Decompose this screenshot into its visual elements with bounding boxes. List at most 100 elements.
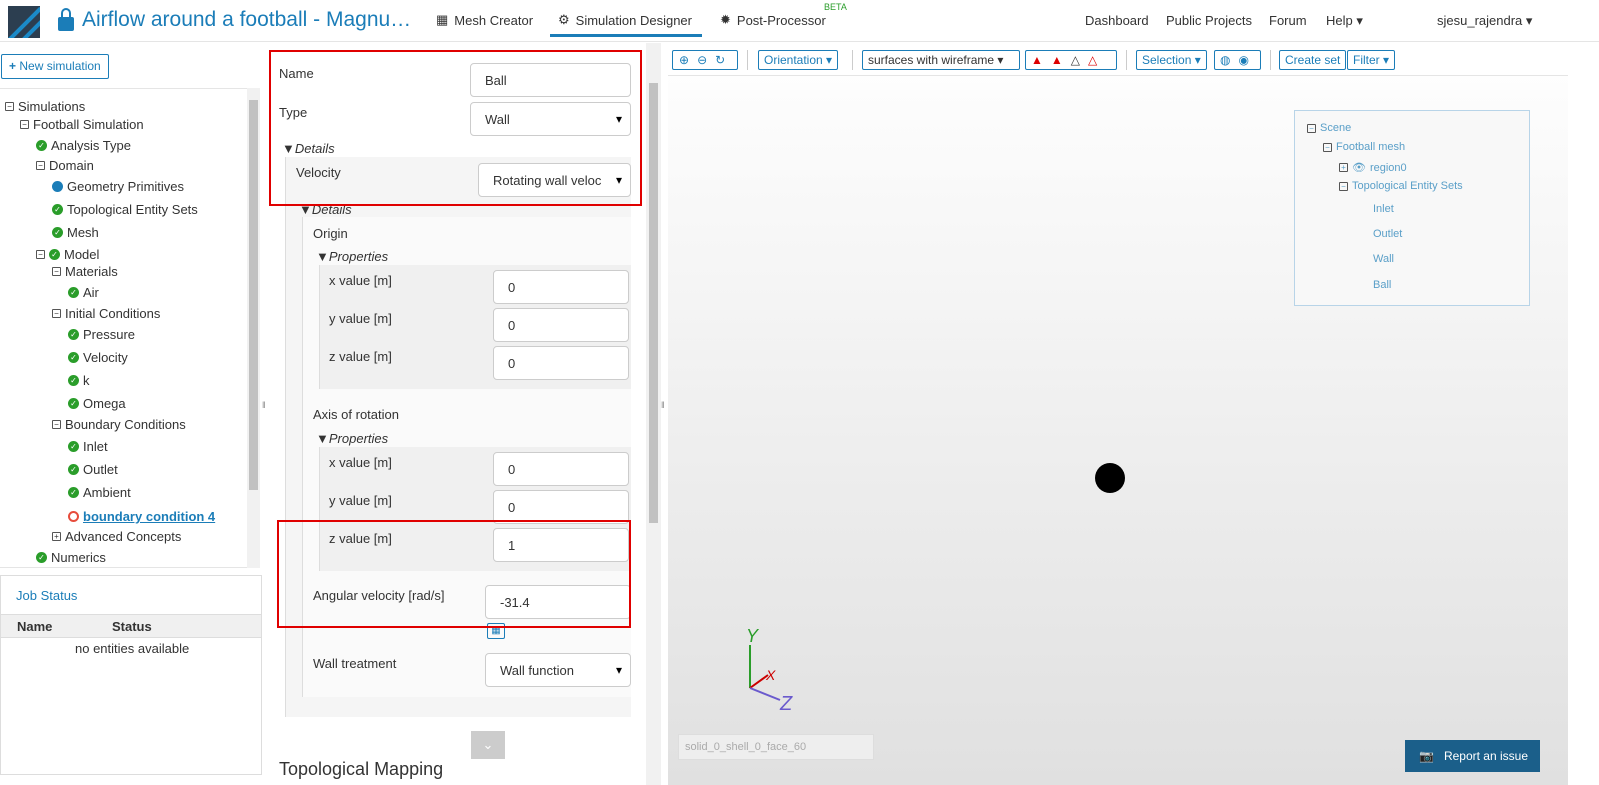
tree-item[interactable]: ✓ Air [68,285,99,300]
tree-item-label: Advanced Concepts [65,529,182,544]
scene-wall[interactable]: Wall [1373,253,1394,265]
tree-item[interactable]: − Simulations [5,99,85,114]
tree-item[interactable]: − Initial Conditions [52,306,160,321]
app-logo[interactable] [8,6,40,38]
origin-y-input[interactable]: 0 [493,308,629,342]
tree-item[interactable]: − Materials [52,264,118,279]
origin-x-input[interactable]: 0 [493,270,629,304]
nav-forum[interactable]: Forum [1269,13,1307,28]
wall-treatment-select[interactable]: Wall function [485,653,631,687]
report-label: Report an issue [1443,749,1528,763]
grid-icon: ▦ [436,12,449,27]
check-icon: ✓ [68,441,79,452]
tree-item[interactable]: − Domain [36,158,94,173]
tree-item[interactable]: ✓ Pressure [68,327,135,342]
panel-scrollbar[interactable] [646,43,661,785]
tree-item[interactable]: ✓ k [68,373,90,388]
scene-tree: − Scene − Football mesh + 👁 region0 − Topolog… [1294,110,1530,306]
tree-item[interactable]: ✓ Numerics [36,550,106,565]
axis-y-input[interactable]: 0 [493,490,629,524]
origin-z-value: 0 [508,355,516,371]
chevron-down-icon[interactable]: ⌄ [471,731,505,759]
job-status-title: Job Status [16,588,78,603]
scene-outlet[interactable]: Outlet [1373,228,1402,240]
refresh-icon[interactable]: ↻ [715,53,725,67]
wireframe-icon[interactable]: △ [1071,53,1080,67]
tree-item[interactable]: ✓ Omega [68,396,126,411]
football-model[interactable] [1095,463,1125,493]
expand-icon[interactable]: + [1339,163,1348,172]
nav-help[interactable]: Help ▾ [1326,13,1363,29]
scrollbar-thumb[interactable] [249,100,258,490]
info-dot-icon [52,181,63,192]
tree-item[interactable]: ✓ Velocity [68,350,128,365]
orientation-dropdown[interactable]: Orientation ▾ [758,50,839,70]
highlight-box [269,50,642,206]
tree-item[interactable]: ✓ Mesh [52,225,99,240]
topo-sets-node[interactable]: − Topological Entity Sets [1339,180,1463,192]
nav-simulation-designer[interactable]: ⚙ Simulation Designer [550,12,702,37]
filter-dropdown[interactable]: Filter ▾ [1347,50,1396,70]
check-icon: ✓ [49,249,60,260]
divider [1270,50,1271,70]
nav-post-processor[interactable]: ✹ Post-Processor [720,12,826,28]
scene-inlet[interactable]: Inlet [1373,203,1394,215]
new-simulation-button[interactable]: + New simulation [1,54,109,79]
axis-properties-toggle[interactable]: ▼Properties [316,431,388,446]
user-menu[interactable]: sjesu_rajendra ▾ [1437,13,1532,29]
selection-dropdown[interactable]: Selection ▾ [1136,50,1207,70]
divider [1126,50,1127,70]
zoom-out-icon[interactable]: ⊖ [697,53,707,67]
tree-item-label: Numerics [51,550,106,565]
tree-item[interactable]: ✓ Inlet [68,439,108,454]
scene-node[interactable]: − Scene [1307,122,1351,134]
surface-wire-icon[interactable]: ▲ [1051,53,1063,67]
solid-icon[interactable]: ▲ [1031,53,1043,67]
region0-node[interactable]: + 👁 region0 [1339,161,1407,174]
nav-mesh-creator[interactable]: ▦ Mesh Creator [436,12,533,28]
face-name-field[interactable]: solid_0_shell_0_face_60 [678,734,874,760]
nav-dashboard[interactable]: Dashboard [1085,13,1149,28]
splitter-handle[interactable]: ‖ [262,400,266,410]
check-icon: ✓ [68,487,79,498]
tree-item[interactable]: − Boundary Conditions [52,417,186,432]
tree-item-label: Model [64,247,100,262]
tree-item[interactable]: + Advanced Concepts [52,529,181,544]
check-icon: ✓ [36,552,47,563]
create-set-button[interactable]: Create set [1279,50,1347,70]
eye-icon[interactable]: 👁 [1352,161,1366,174]
tree-item[interactable]: Geometry Primitives [52,179,184,194]
nav-public-projects[interactable]: Public Projects [1166,13,1252,28]
tree-item[interactable]: ✓ Analysis Type [36,138,131,153]
check-icon: ✓ [52,204,63,215]
scrollbar-thumb[interactable] [649,83,658,523]
origin-properties-toggle[interactable]: ▼Properties [316,249,388,264]
origin-z-input[interactable]: 0 [493,346,629,380]
scene-ball[interactable]: Ball [1373,279,1391,291]
tree-item-label: Football Simulation [33,117,144,132]
eye-slash-icon[interactable]: ◍ [1220,53,1230,67]
nav-label: Simulation Designer [575,12,692,28]
topological-mapping-heading: Topological Mapping [279,759,444,779]
tree-item[interactable]: ✓ Topological Entity Sets [52,202,198,217]
tree-item[interactable]: − Football Simulation [20,117,144,132]
points-icon[interactable]: △ [1088,53,1097,67]
football-mesh-node[interactable]: − Football mesh [1323,141,1405,153]
splitter-handle[interactable]: ‖ [661,400,665,410]
axis-x-input[interactable]: 0 [493,452,629,486]
simulation-tree: − Simulations − Football Simulation ✓ Analysi… [0,88,260,568]
collapse-icon[interactable]: − [1307,123,1316,133]
report-issue-button[interactable]: 📷 Report an issue [1405,740,1540,772]
collapse-icon[interactable]: − [1339,181,1348,191]
render-mode-select[interactable]: surfaces with wireframe ▾ [862,50,1020,70]
tree-item[interactable]: ✓ Outlet [68,462,118,477]
tree-item[interactable]: boundary condition 4 [68,509,215,524]
eye-icon[interactable]: ◉ [1238,53,1248,67]
collapse-icon[interactable]: − [1323,142,1332,152]
tree-item[interactable]: − ✓ Model [36,247,99,262]
tree-scrollbar[interactable] [247,88,260,568]
tree-item[interactable]: ✓ Ambient [68,485,131,500]
zoom-in-icon[interactable]: ⊕ [679,53,689,67]
zoom-controls: ⊕ ⊖ ↻ [672,50,738,70]
x-axis-label: X [765,667,776,683]
